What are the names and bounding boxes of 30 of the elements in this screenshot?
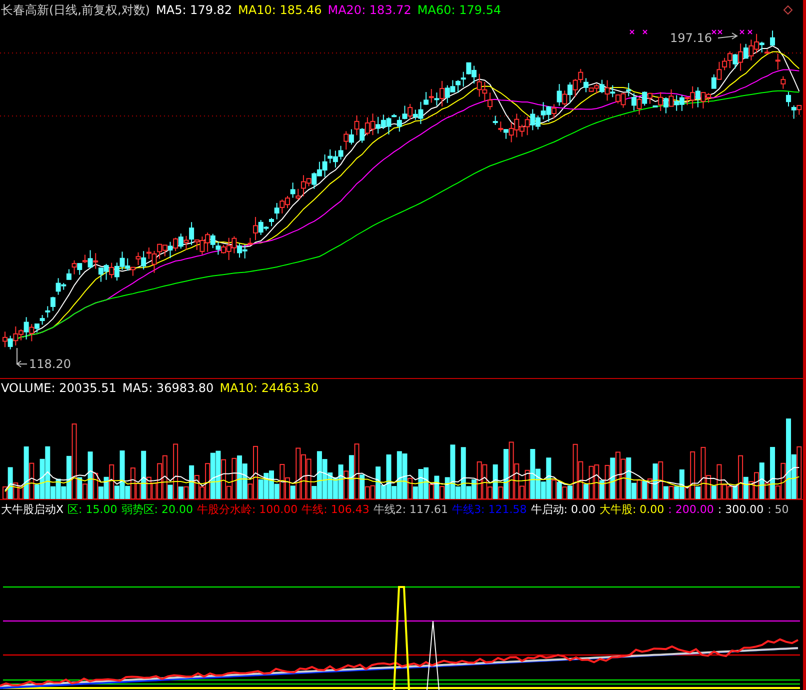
indicator-reading: : 300.00: [718, 502, 764, 518]
indicator-reading: 大牛股启动X: [1, 502, 64, 518]
indicator-reading: 牛线: 106.43: [302, 502, 370, 518]
indicator-reading: 区: 15.00: [68, 502, 118, 518]
signal-spike-line: [426, 620, 440, 690]
moving-average-reading: MA20: 183.72: [328, 2, 412, 19]
diamond-icon[interactable]: [783, 5, 793, 15]
indicator-reading: 牛线3: 121.58: [452, 502, 527, 518]
indicator-reading: : 50: [768, 502, 789, 518]
indicator-reading: : 200.00: [668, 502, 714, 518]
leader-line: [16, 348, 28, 368]
cross-marker-icon: [630, 30, 634, 34]
volume-reading: MA5: 36983.80: [122, 380, 214, 397]
indicator-reading: 牛线2: 117.61: [373, 502, 448, 518]
indicator-reading: 大牛股: 0.00: [599, 502, 664, 518]
moving-average-reading: MA60: 179.54: [417, 2, 502, 19]
moving-average-reading: MA10: 185.46: [238, 2, 322, 19]
cross-marker-icon: [642, 30, 648, 34]
moving-average-reading: MA5: 179.82: [156, 2, 232, 19]
indicator-reading: 弱势区: 20.00: [121, 502, 193, 518]
chart-title: 长春高新(日线,前复权,对数): [1, 2, 150, 19]
low-price-label: 118.20: [29, 357, 71, 371]
high-price-label: 197.16: [670, 31, 712, 45]
cross-marker-icon: [740, 30, 744, 34]
volume-reading: MA10: 24463.30: [220, 380, 319, 397]
leader-line: [718, 32, 738, 40]
indicator-reading: 牛股分水岭: 100.00: [196, 502, 298, 518]
cross-marker-icon: [748, 30, 752, 34]
volume-reading: VOLUME: 20035.51: [1, 380, 116, 397]
indicator-reading: 牛启动: 0.00: [530, 502, 596, 518]
